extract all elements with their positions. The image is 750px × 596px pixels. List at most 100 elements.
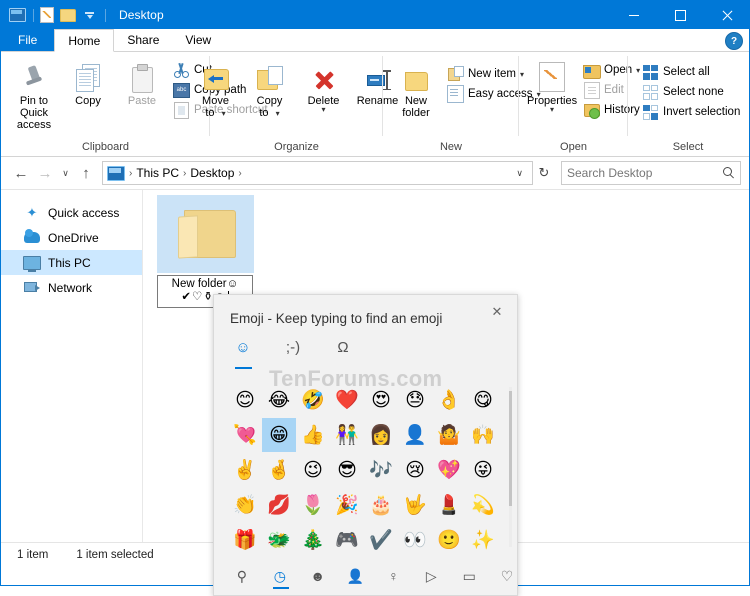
emoji-cell[interactable]: ✌️ [228,453,262,487]
emoji-cell[interactable]: ❤️ [330,383,364,417]
breadcrumb-desktop[interactable]: Desktop [187,166,237,180]
emoji-cell[interactable]: 🤣 [296,383,330,417]
help-icon[interactable]: ? [725,32,743,50]
emoji-cell[interactable]: 💄 [432,488,466,522]
address-dropdown-icon[interactable]: ∨ [509,168,530,179]
sidebar-item-onedrive[interactable]: OneDrive [1,225,142,250]
emoji-cell[interactable]: 😓 [398,383,432,417]
minimize-button[interactable] [611,1,657,29]
emoji-cell[interactable]: 🤟 [398,488,432,522]
invert-selection-button[interactable]: Invert selection [638,102,744,122]
emoji-cell[interactable]: 👍 [296,418,330,452]
back-button[interactable]: ← [9,161,33,185]
move-to-icon [203,60,229,92]
properties-button[interactable]: Properties ▾ [525,58,579,115]
emoji-cell[interactable]: 😍 [364,383,398,417]
tab-share[interactable]: Share [114,29,172,51]
emoji-cell[interactable]: 🤞 [262,453,296,487]
refresh-button[interactable]: ↻ [533,162,555,184]
paste-button[interactable]: Paste [115,58,169,109]
file-list-area[interactable]: New folder☺ ✔♡⚱☺ Emoji - Keep typing to … [143,190,749,596]
emoji-cell[interactable]: 👏 [228,488,262,522]
up-button[interactable]: ↑ [74,161,98,185]
explorer-icon[interactable] [8,6,26,24]
properties-icon[interactable] [38,6,56,24]
emoji-cell[interactable]: 😋 [466,383,500,417]
properties-dropdown-caret-icon[interactable]: ▾ [550,106,554,114]
emoji-cell[interactable]: 💋 [262,488,296,522]
tab-home[interactable]: Home [54,29,115,52]
transport-icon[interactable]: ▭ [459,564,479,588]
sidebar-item-quick-access[interactable]: ✦ Quick access [1,200,142,225]
emoji-cell[interactable]: 🌷 [296,488,330,522]
copy-to-button[interactable]: Copy to ▾ [243,58,297,122]
emoji-cell[interactable]: 👌 [432,383,466,417]
emoji-cell[interactable]: 🎶 [364,453,398,487]
close-button[interactable] [703,1,749,29]
emoji-cell[interactable]: 😎 [330,453,364,487]
emoji-cell[interactable]: 💖 [432,453,466,487]
emoji-cell[interactable]: 👩 [364,418,398,452]
emoji-cell-selected[interactable]: 😁 [262,418,296,452]
close-icon[interactable]: ✕ [485,301,509,323]
select-none-button[interactable]: Select none [638,82,744,102]
new-folder-icon[interactable] [59,6,77,24]
emoji-cell[interactable]: 😊 [228,383,262,417]
emoji-cell[interactable]: 🎄 [296,523,330,557]
celebration-icon[interactable]: ♀ [384,564,404,588]
emoji-cell[interactable]: 🎂 [364,488,398,522]
customize-chevron-icon[interactable] [80,6,98,24]
pin-to-quick-access-button[interactable]: Pin to Quick access [7,58,61,133]
emoji-cell[interactable]: 💘 [228,418,262,452]
window-controls [611,1,749,29]
breadcrumb-this-pc[interactable]: This PC [133,166,182,180]
list-item[interactable]: New folder☺ ✔♡⚱☺ [157,195,254,308]
emoji-picker-panel[interactable]: Emoji - Keep typing to find an emoji ✕ ☺… [213,294,518,596]
group-label-new: New [439,141,462,153]
emoji-scrollbar-thumb[interactable] [509,391,512,506]
tab-file[interactable]: File [1,29,55,51]
recent-locations-button[interactable]: ∨ [57,161,74,185]
smiley-icon[interactable]: ☻ [308,564,328,588]
people-icon[interactable]: 👤 [346,564,366,588]
tab-view[interactable]: View [172,29,224,51]
folder-thumbnail[interactable] [157,195,254,273]
sidebar-item-network[interactable]: Network [1,275,142,300]
emoji-cell[interactable]: 😢 [398,453,432,487]
tab-kaomoji[interactable]: ;-) [279,339,307,365]
search-icon[interactable]: ⚲ [232,564,252,588]
recent-clock-icon[interactable]: ◷ [270,564,290,589]
emoji-cell[interactable]: 🎉 [330,488,364,522]
tab-emoji[interactable]: ☺ [229,339,257,369]
emoji-cell[interactable]: 👤 [398,418,432,452]
emoji-cell[interactable]: 😉 [296,453,330,487]
forward-button[interactable]: → [33,161,57,185]
delete-button[interactable]: Delete ▾ [297,58,351,115]
delete-dropdown-caret-icon[interactable]: ▾ [321,106,325,114]
address-bar[interactable]: › This PC › Desktop › ∨ [102,161,533,185]
emoji-cell[interactable]: 🙌 [466,418,500,452]
emoji-cell[interactable]: 🎮 [330,523,364,557]
emoji-cell[interactable]: ✔️ [364,523,398,557]
maximize-button[interactable] [657,1,703,29]
search-box[interactable]: Search Desktop [561,161,741,185]
select-all-button[interactable]: Select all [638,62,744,82]
emoji-cell[interactable]: 👫 [330,418,364,452]
emoji-cell[interactable]: 💫 [466,488,500,522]
emoji-cell[interactable]: ✨ [466,523,500,557]
food-icon[interactable]: ▷ [421,564,441,588]
emoji-cell[interactable]: 👀 [398,523,432,557]
copy-button[interactable]: Copy [61,58,115,109]
symbols-heart-icon[interactable]: ♡ [497,564,517,588]
tab-symbols[interactable]: Ω [329,339,357,365]
emoji-cell[interactable]: 😂 [262,383,296,417]
search-input[interactable]: Search Desktop [567,166,723,180]
move-to-button[interactable]: Move to ▾ [189,58,243,122]
emoji-cell[interactable]: 🐲 [262,523,296,557]
new-folder-button[interactable]: New folder [389,58,443,121]
emoji-cell[interactable]: 🎁 [228,523,262,557]
emoji-cell[interactable]: 🙂 [432,523,466,557]
sidebar-item-this-pc[interactable]: This PC [1,250,142,275]
emoji-cell[interactable]: 🤷 [432,418,466,452]
emoji-cell[interactable]: 😜 [466,453,500,487]
